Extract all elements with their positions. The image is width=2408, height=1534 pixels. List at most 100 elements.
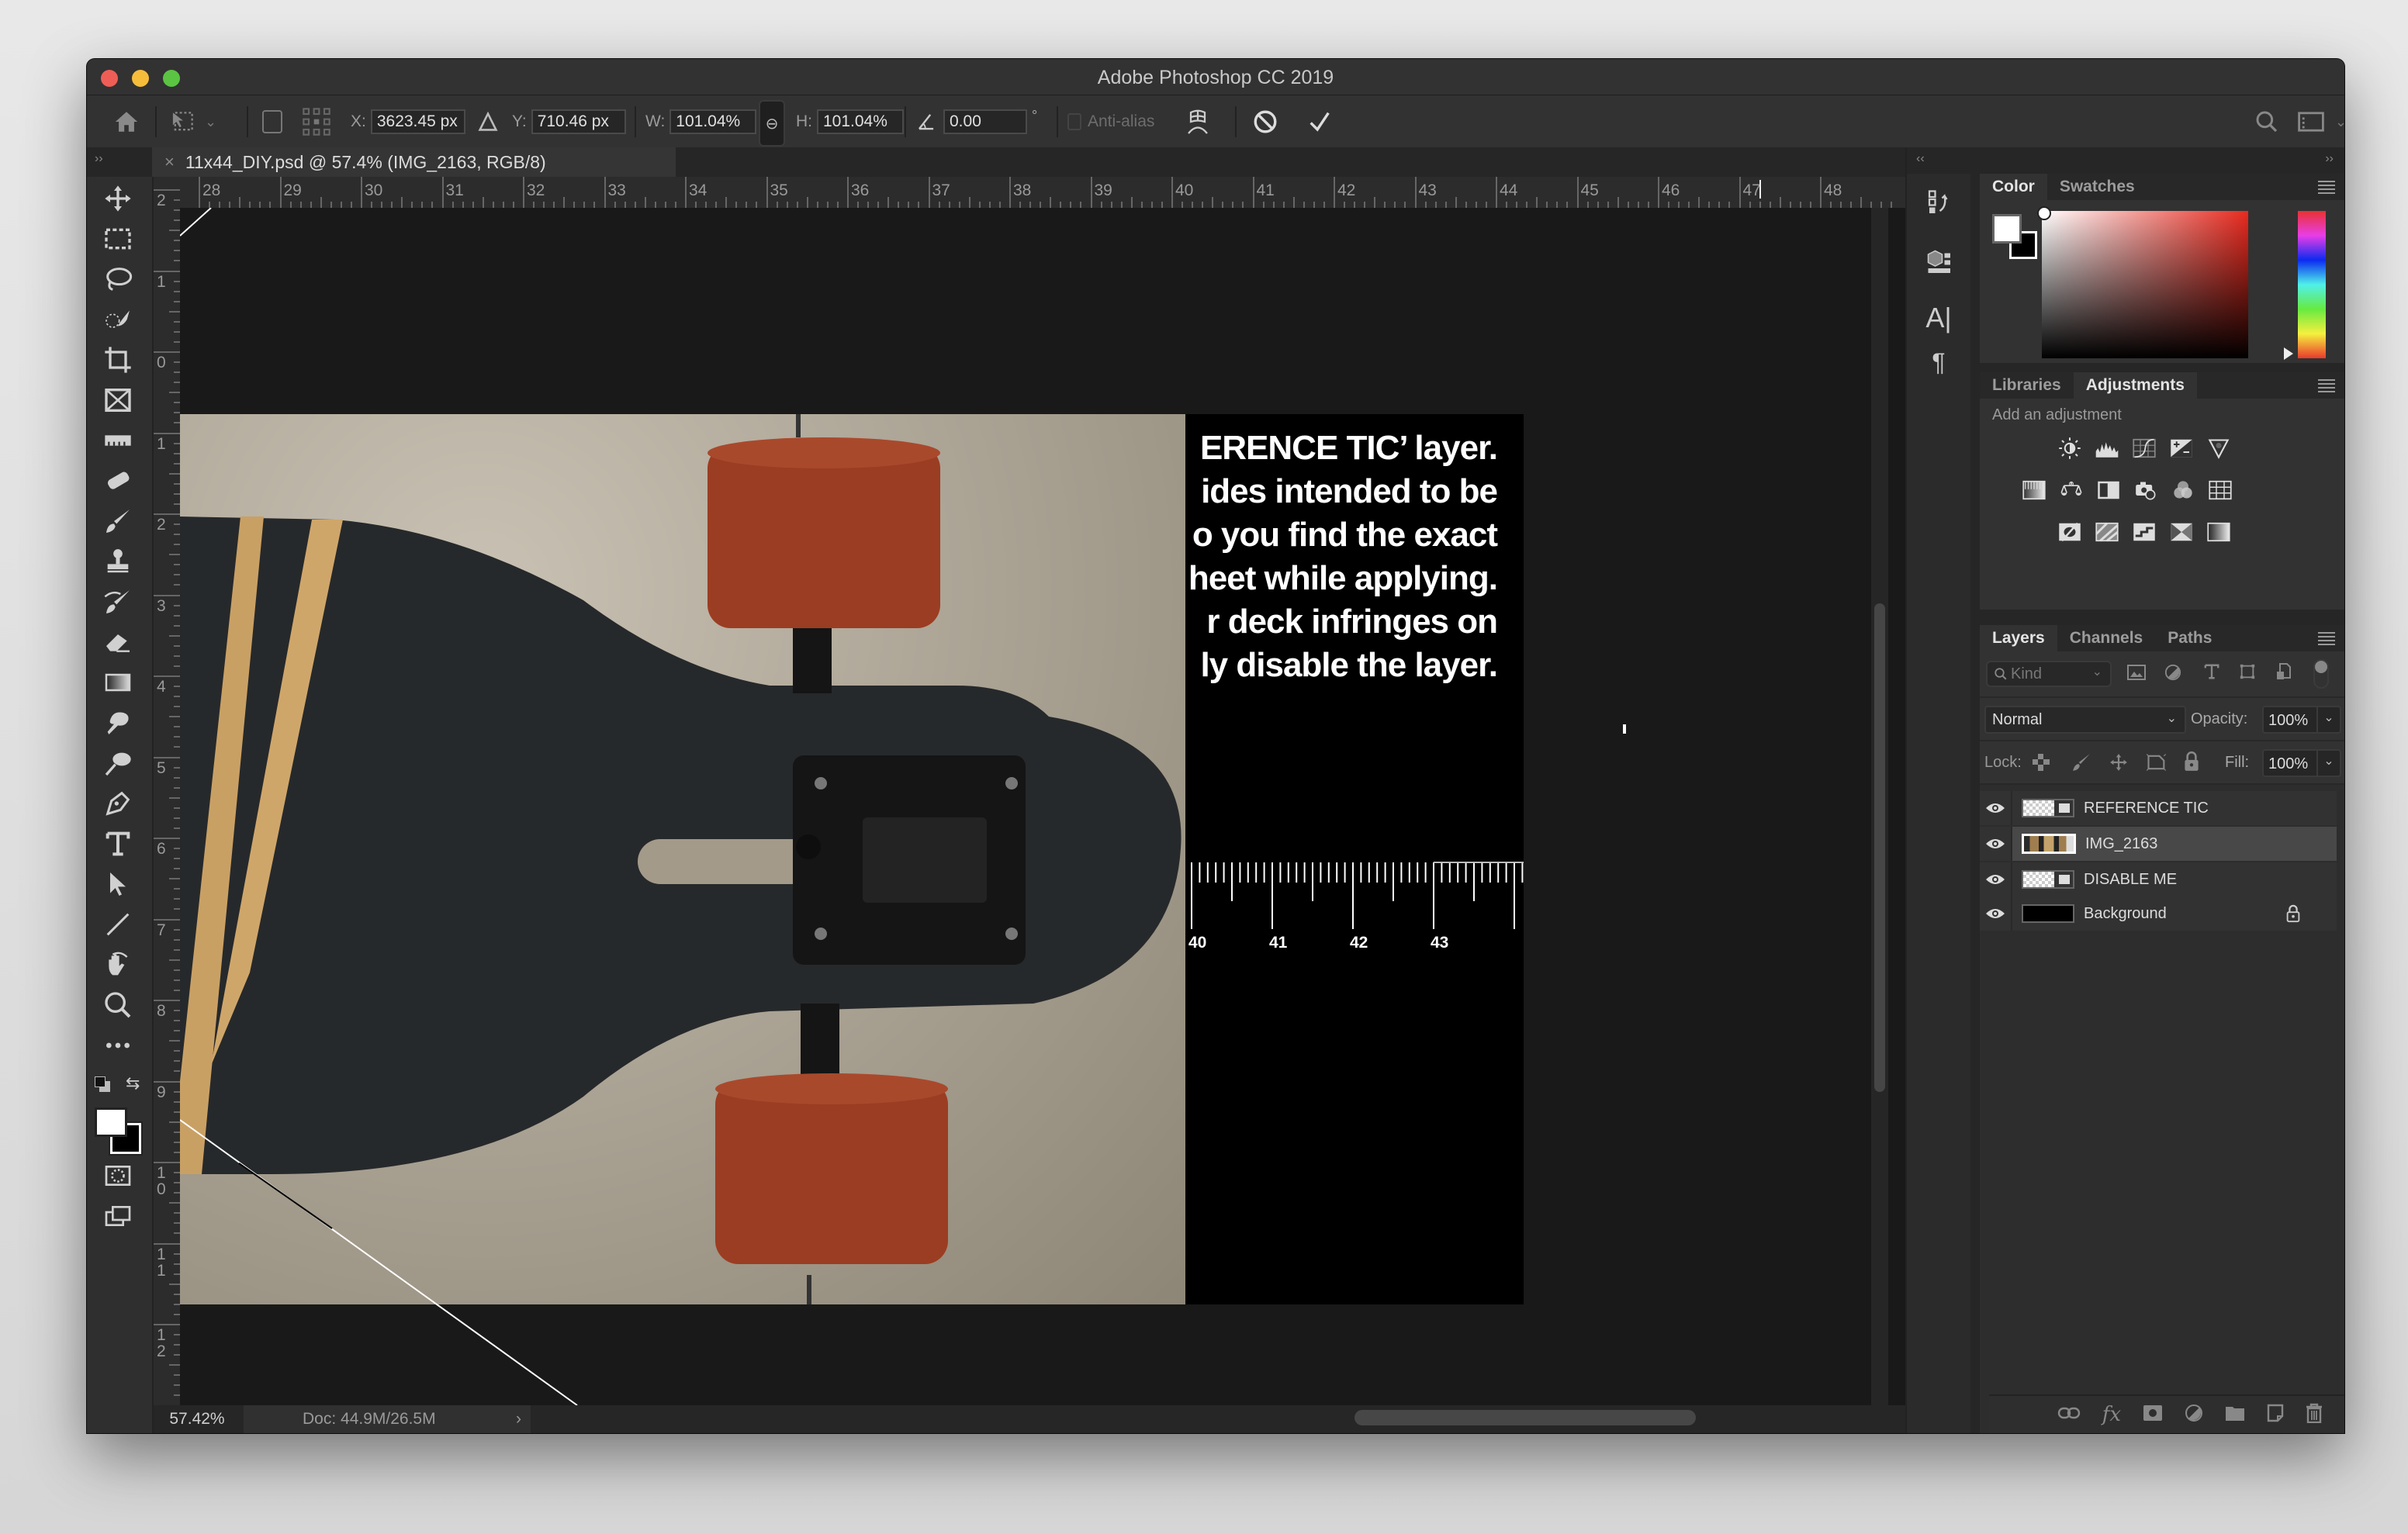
panel-menu-icon[interactable] [2318,632,2335,648]
exposure-button[interactable] [2169,437,2194,459]
fill-input[interactable]: 100% ⌄ [2262,749,2341,777]
character-panel-button[interactable]: A| [1907,293,1970,343]
lasso-tool[interactable] [87,261,149,298]
delete-layer-button[interactable] [2306,1403,2323,1427]
selective-color-button[interactable] [2169,521,2194,543]
vertical-scroll-thumb[interactable] [1874,603,1885,1092]
layer-visibility-toggle[interactable] [1980,827,2012,861]
chevron-down-icon[interactable]: ⌄ [2316,707,2340,732]
width-input[interactable]: 101.04% [669,109,757,134]
3d-panel-button[interactable] [1907,230,1970,293]
filter-type-layers[interactable] [2203,662,2220,685]
lock-artboard-nesting[interactable] [2146,752,2168,776]
panel-menu-icon[interactable] [2318,379,2335,395]
reference-tic-layer[interactable]: ERENCE TIC’ layer. ides intended to be o… [1185,414,1524,1304]
layer-visibility-toggle[interactable] [1980,897,2012,931]
horizontal-scroll-thumb[interactable] [1354,1410,1696,1425]
marquee-tool[interactable] [87,220,149,257]
layer-filter-kind[interactable]: Kind ⌄ [1986,661,2112,687]
horizontal-ruler[interactable]: 28 29 30 31 32 33 34 35 36 37 38 39 40 41 42 43 44 45 46 47… [154,177,1961,209]
smudge-tool[interactable] [87,704,149,741]
chevron-right-icon[interactable]: › [516,1405,521,1433]
tab-adjustments[interactable]: Adjustments [2073,372,2197,399]
filter-adjustment-layers[interactable] [2164,664,2181,685]
layer-name[interactable]: IMG_2163 [2085,835,2157,853]
link-layers-button[interactable] [2057,1406,2081,1424]
black-white-button[interactable] [2096,479,2121,501]
tab-libraries[interactable]: Libraries [1980,372,2074,399]
tab-swatches[interactable]: Swatches [2047,174,2147,200]
link-proportions-button[interactable]: ⊖ [759,100,785,147]
tab-layers[interactable]: Layers [1980,625,2057,651]
posterize-button[interactable] [2095,521,2119,543]
threshold-button[interactable] [2132,521,2157,543]
quick-mask-button[interactable] [87,1157,149,1194]
pen-tool[interactable] [87,785,149,822]
photo-layer-img-2163[interactable] [180,414,1185,1304]
vibrance-button[interactable] [2206,437,2231,459]
workspace-switcher[interactable]: ⌄ [2298,95,2344,148]
new-group-button[interactable] [2225,1404,2245,1425]
opacity-input[interactable]: 100% ⌄ [2262,706,2341,734]
lock-position[interactable] [2109,752,2129,776]
chevron-down-icon[interactable]: ⌄ [2316,751,2340,776]
tools-collapse-button[interactable]: ›› [87,147,152,177]
lock-image-pixels[interactable] [2071,752,2091,776]
paragraph-panel-button[interactable]: ¶ [1907,343,1970,382]
layer-visibility-toggle[interactable] [1980,862,2012,897]
brush-tool[interactable] [87,503,149,540]
document-info[interactable]: Doc: 44.9M/26.5M › [244,1405,531,1433]
filter-toggle-switch[interactable] [2313,659,2329,689]
lock-transparent-pixels[interactable] [2033,754,2050,775]
anti-alias-checkbox[interactable]: Anti-alias [1067,95,1154,148]
gradient-tool[interactable] [87,664,149,701]
dodge-tool[interactable] [87,745,149,782]
clone-stamp-tool[interactable] [87,543,149,580]
add-layer-style-button[interactable]: fx [2102,1403,2121,1426]
color-picker-cursor[interactable] [2037,206,2051,220]
levels-button[interactable] [2095,437,2119,459]
layer-name[interactable]: REFERENCE TIC [2084,800,2209,817]
tab-paths[interactable]: Paths [2155,625,2224,651]
layer-row-background[interactable]: Background [1980,897,2337,931]
channel-mixer-button[interactable] [2171,479,2195,501]
history-brush-tool[interactable] [87,583,149,620]
color-field[interactable] [2037,206,2248,358]
relative-position-toggle[interactable] [478,95,498,148]
add-mask-button[interactable] [2143,1404,2163,1425]
hue-slider[interactable] [2284,211,2326,360]
layer-row-reference-tic[interactable]: REFERENCE TIC [1980,791,2337,825]
expand-panels-button[interactable]: ‹‹ [1907,147,1970,174]
warp-mode-button[interactable] [1184,95,1212,148]
lock-all[interactable] [2183,751,2200,776]
document-tab[interactable]: × 11x44_DIY.psd @ 57.4% (IMG_2163, RGB/8… [152,147,676,177]
move-tool[interactable] [87,180,149,217]
zoom-tool[interactable] [87,986,149,1024]
layer-name[interactable]: DISABLE ME [2084,871,2177,889]
hue-saturation-button[interactable] [2022,479,2046,501]
new-layer-button[interactable] [2267,1404,2284,1426]
brightness-contrast-button[interactable] [2057,437,2082,459]
quick-selection-tool[interactable] [87,301,149,338]
hue-slider-handle[interactable] [2284,347,2293,360]
layer-name[interactable]: Background [2084,905,2167,923]
new-adjustment-layer-button[interactable] [2185,1404,2203,1426]
home-button[interactable] [113,95,140,148]
crop-tool[interactable] [87,341,149,378]
layer-row-disable-me[interactable]: DISABLE ME [1980,862,2337,897]
curves-button[interactable] [2132,437,2157,459]
rotation-angle-input[interactable]: 0.00 [943,109,1027,134]
photo-filter-button[interactable] [2133,479,2158,501]
eraser-tool[interactable] [87,624,149,661]
hand-rotate-tool[interactable] [87,946,149,983]
foreground-color-swatch[interactable] [95,1107,127,1137]
swap-colors-button[interactable]: ⇆ [126,1073,140,1093]
color-balance-button[interactable] [2059,479,2084,501]
filter-smart-objects[interactable] [2276,662,2292,685]
frame-tool[interactable] [87,382,149,419]
screen-mode-button[interactable] [87,1197,149,1235]
edit-toolbar-button[interactable] [87,1027,149,1064]
transform-tool-preset[interactable]: ⌄ [169,95,216,148]
y-position-input[interactable]: 710.46 px [531,109,626,134]
foreground-color-chip[interactable] [1992,214,2022,244]
